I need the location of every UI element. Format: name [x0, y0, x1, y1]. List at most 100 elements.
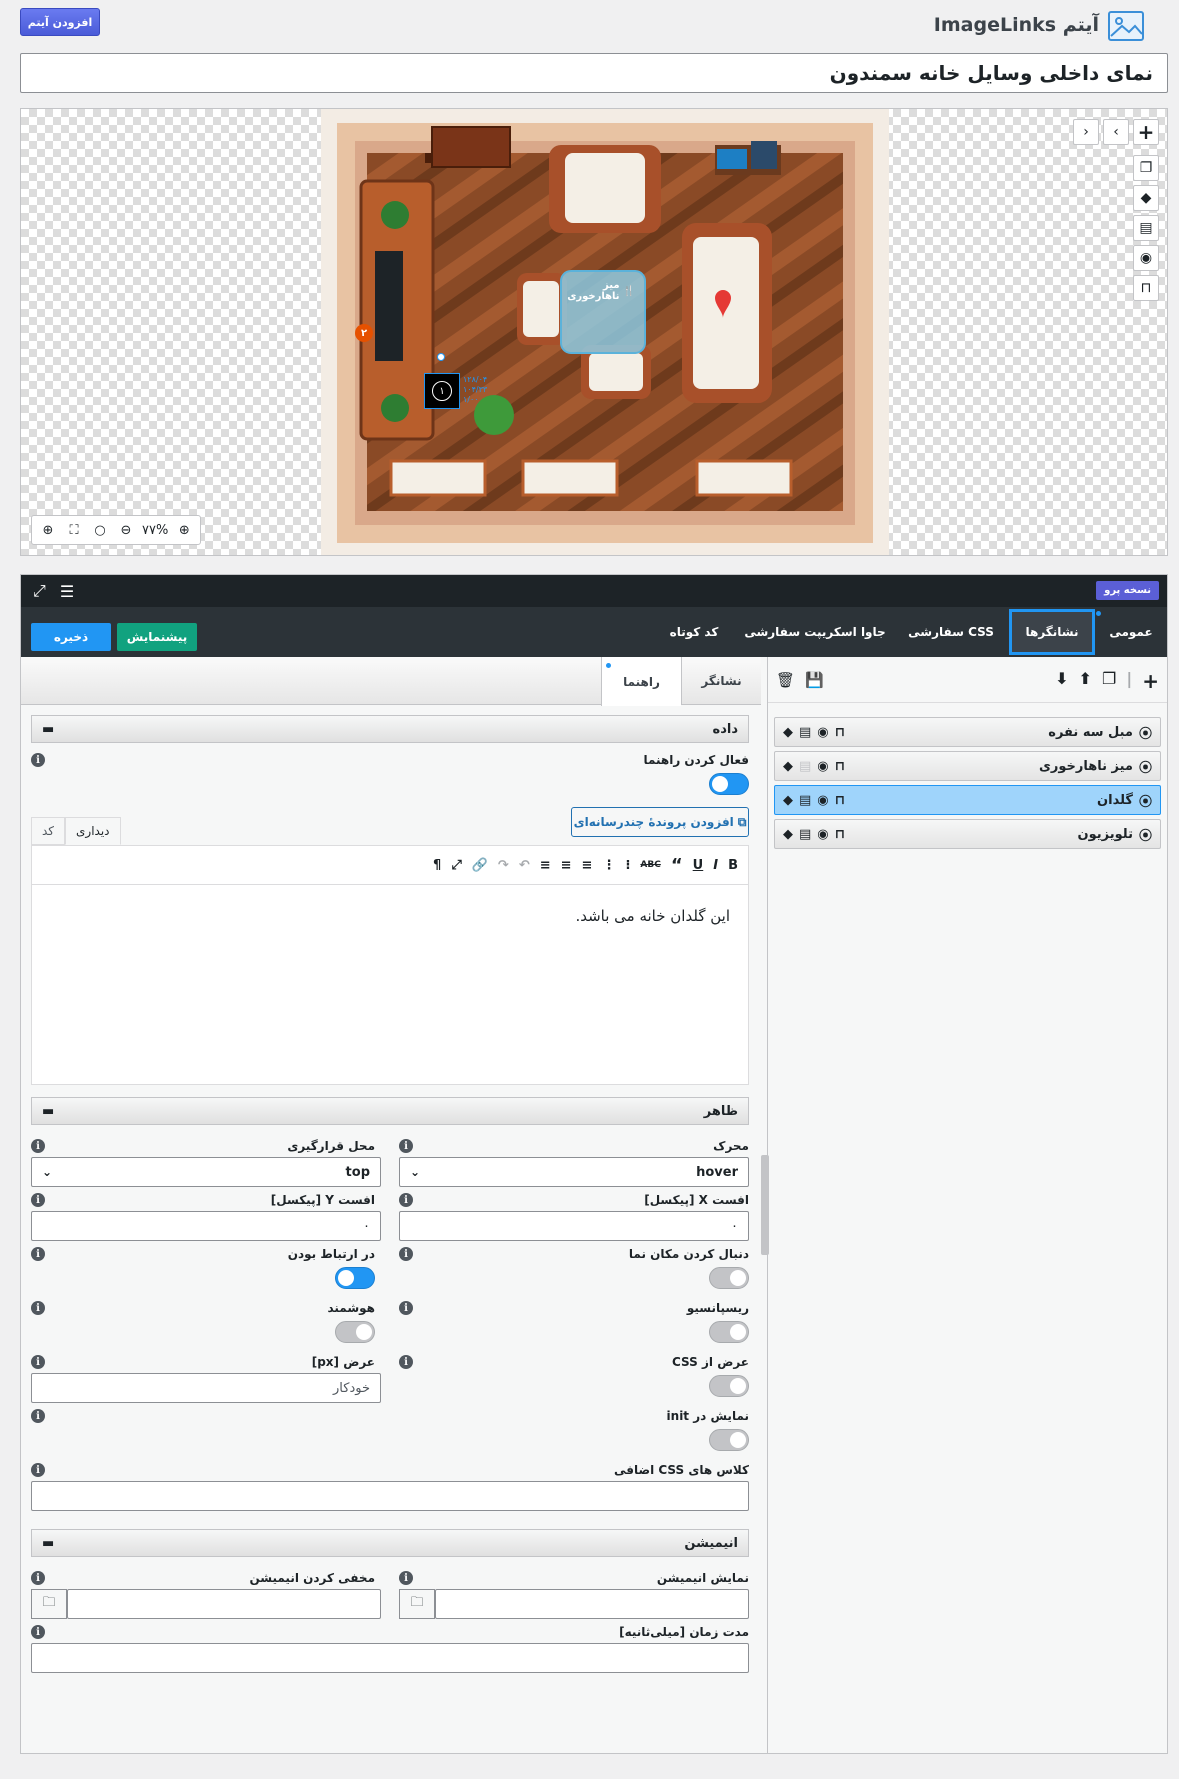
- copy-marker-icon[interactable]: ❐: [1102, 669, 1116, 693]
- prev-arrow-button[interactable]: ›: [1073, 119, 1099, 145]
- eye-icon[interactable]: ◉: [817, 759, 828, 774]
- info-icon[interactable]: i: [31, 753, 45, 767]
- info-icon[interactable]: i: [31, 1193, 45, 1207]
- duration-input[interactable]: [31, 1643, 749, 1673]
- info-icon[interactable]: i: [399, 1193, 413, 1207]
- marker-badge-tv[interactable]: ۲: [355, 324, 373, 342]
- appearance-section-header[interactable]: ظاهر ▬: [31, 1097, 749, 1125]
- info-icon[interactable]: i: [31, 1571, 45, 1585]
- marker-row-dining-table[interactable]: ⦿ میز ناهارخوری ◆ ▤ ◉ ⊓: [774, 751, 1161, 781]
- comment-icon[interactable]: ▤: [799, 725, 811, 740]
- preview-button[interactable]: پیشنمایش: [117, 623, 197, 651]
- italic-icon[interactable]: I: [713, 858, 718, 873]
- fullscreen-icon[interactable]: ⤢: [451, 858, 461, 873]
- info-icon[interactable]: i: [399, 1139, 413, 1153]
- marker-row-sofa[interactable]: ⦿ مبل سه نفره ◆ ▤ ◉ ⊓: [774, 717, 1161, 747]
- tab-custom-js[interactable]: جاوا اسکریپت سفارشی: [737, 607, 893, 657]
- hide-animation-browse-button[interactable]: 🗀: [31, 1589, 67, 1619]
- comment-icon[interactable]: ▤: [799, 827, 811, 842]
- image-canvas[interactable]: 🍴 میز ناهارخوری ۲ ۱ ۱۲۸/۰۴ ۱۰۴/۳۳ ۱/۰۰ ›…: [20, 108, 1168, 556]
- paint-bucket-icon[interactable]: ◆: [783, 725, 793, 740]
- animation-section-header[interactable]: انیمیشن ▬: [31, 1529, 749, 1557]
- save-button[interactable]: ذخیره: [31, 623, 111, 651]
- tab-shortcode[interactable]: کد کوتاه: [651, 607, 737, 657]
- expand-icon[interactable]: ⤢: [33, 581, 46, 601]
- trigger-select[interactable]: hover ⌄: [399, 1157, 749, 1187]
- unlock-icon[interactable]: ⊓: [835, 759, 845, 774]
- subtab-guide[interactable]: راهنما: [601, 657, 681, 706]
- undo-icon[interactable]: ↶: [519, 858, 530, 873]
- data-section-header[interactable]: داده ▬: [31, 715, 749, 743]
- subtab-marker[interactable]: نشانگر: [681, 657, 761, 705]
- target-icon[interactable]: ⊕: [38, 519, 58, 541]
- menu-icon[interactable]: ☰: [60, 582, 74, 601]
- hide-animation-input[interactable]: [67, 1589, 381, 1619]
- offset-x-input[interactable]: ۰: [399, 1211, 749, 1241]
- extra-css-input[interactable]: [31, 1481, 749, 1511]
- info-icon[interactable]: i: [31, 1301, 45, 1315]
- marker-row-vase[interactable]: ⦿ گلدان ◆ ▤ ◉ ⊓: [774, 785, 1161, 815]
- marker-tooltip[interactable]: 🍴 میز ناهارخوری: [549, 280, 635, 302]
- smart-toggle[interactable]: [335, 1321, 375, 1343]
- width-input[interactable]: خودکار: [31, 1373, 381, 1403]
- collapse-icon[interactable]: ▬: [42, 1536, 54, 1551]
- unlock-icon[interactable]: ⊓: [835, 793, 845, 808]
- zoom-out-icon[interactable]: ⊖: [116, 519, 136, 541]
- bold-icon[interactable]: B: [728, 858, 738, 873]
- paint-bucket-icon[interactable]: ◆: [783, 793, 793, 808]
- enable-guide-toggle[interactable]: [709, 773, 749, 795]
- item-title-input[interactable]: نمای داخلی وسایل خانه سمندون: [20, 53, 1168, 93]
- align-center-icon[interactable]: ≡: [561, 858, 572, 873]
- show-init-toggle[interactable]: [709, 1429, 749, 1451]
- follow-cursor-toggle[interactable]: [709, 1267, 749, 1289]
- bullet-list-icon[interactable]: ⁝: [625, 858, 630, 873]
- css-width-toggle[interactable]: [709, 1375, 749, 1397]
- info-icon[interactable]: i: [399, 1247, 413, 1261]
- collapse-icon[interactable]: ▬: [42, 722, 54, 737]
- info-icon[interactable]: i: [31, 1463, 45, 1477]
- guide-content-editor[interactable]: این گلدان خانه می باشد.: [31, 885, 749, 1085]
- paint-bucket-icon[interactable]: ◆: [783, 759, 793, 774]
- tab-general[interactable]: عمومی: [1095, 607, 1167, 657]
- marker-rotate-handle[interactable]: [437, 353, 445, 361]
- interactive-toggle[interactable]: [335, 1267, 375, 1289]
- panel-splitter[interactable]: [761, 1155, 769, 1255]
- comment-icon[interactable]: ▤: [799, 793, 811, 808]
- move-up-icon[interactable]: ⬆: [1079, 669, 1092, 693]
- tab-custom-css[interactable]: CSS سفارشی: [893, 607, 1009, 657]
- add-marker-icon[interactable]: +: [1142, 669, 1159, 693]
- link-icon[interactable]: 🔗: [472, 858, 488, 873]
- move-down-icon[interactable]: ⬇: [1055, 669, 1068, 693]
- placement-select[interactable]: top ⌄: [31, 1157, 381, 1187]
- unlock-icon[interactable]: ⊓: [835, 827, 845, 842]
- tooltip-toggle-button[interactable]: ▤: [1133, 215, 1159, 241]
- info-icon[interactable]: i: [399, 1571, 413, 1585]
- visibility-button[interactable]: ◉: [1133, 245, 1159, 271]
- unlock-icon[interactable]: ⊓: [835, 725, 845, 740]
- offset-y-input[interactable]: ۰: [31, 1211, 381, 1241]
- show-animation-input[interactable]: [435, 1589, 749, 1619]
- save-icon[interactable]: 💾: [805, 671, 824, 689]
- ordered-list-icon[interactable]: ⋮: [602, 858, 615, 873]
- redo-icon[interactable]: ↷: [498, 858, 509, 873]
- duplicate-button[interactable]: ❐: [1133, 155, 1159, 181]
- zoom-in-icon[interactable]: ⊕: [174, 519, 194, 541]
- add-marker-button[interactable]: +: [1133, 119, 1159, 145]
- info-icon[interactable]: i: [31, 1247, 45, 1261]
- quote-icon[interactable]: “: [671, 855, 683, 876]
- add-media-button[interactable]: ⧉ افزودن پروندهٔ چندرسانه‌ای: [571, 807, 749, 837]
- info-icon[interactable]: i: [399, 1355, 413, 1369]
- paint-bucket-icon[interactable]: ◆: [783, 827, 793, 842]
- info-icon[interactable]: i: [31, 1409, 45, 1423]
- tab-markers[interactable]: نشانگرها: [1009, 609, 1095, 655]
- align-right-icon[interactable]: ≡: [540, 858, 551, 873]
- add-item-button[interactable]: افزودن آیتم: [20, 8, 100, 36]
- eye-icon[interactable]: ◉: [817, 793, 828, 808]
- tab-visual[interactable]: دیداری: [65, 817, 121, 845]
- comment-icon[interactable]: ▤: [799, 759, 811, 774]
- info-icon[interactable]: i: [31, 1625, 45, 1639]
- lock-button[interactable]: ⊓: [1133, 275, 1159, 301]
- selected-marker[interactable]: ۱: [424, 373, 460, 409]
- collapse-icon[interactable]: ▬: [42, 1104, 54, 1119]
- eye-icon[interactable]: ◉: [817, 725, 828, 740]
